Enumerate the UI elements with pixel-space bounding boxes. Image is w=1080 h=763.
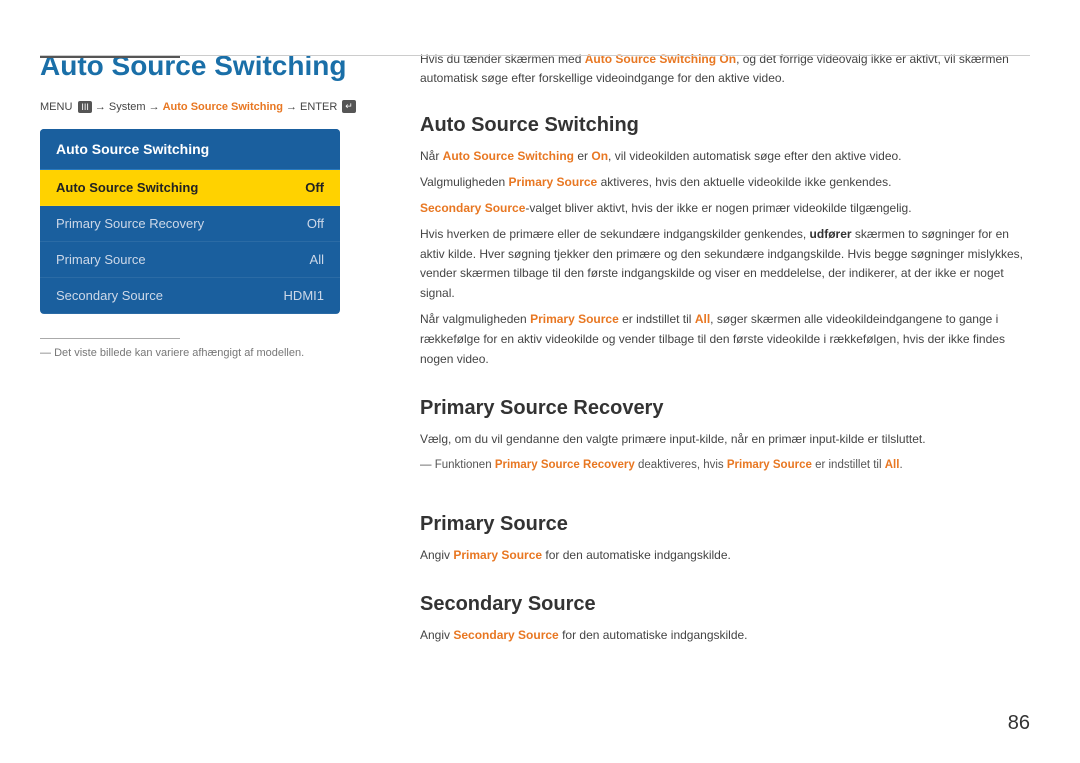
section-para-4: Hvis hverken de primære eller de sekundæ…	[420, 225, 1030, 304]
enter-icon: ↵	[342, 100, 356, 113]
section-title-primary-source: Primary Source	[420, 513, 1030, 536]
arrow3: →	[286, 101, 297, 113]
section-para-3: Secondary Source-valget bliver aktivt, h…	[420, 199, 1030, 219]
section-title-auto-source-switching: Auto Source Switching	[420, 114, 1030, 137]
system-label: System	[109, 101, 146, 113]
panel-item-auto-source-switching[interactable]: Auto Source Switching Off	[40, 170, 340, 206]
arrow1: →	[95, 101, 106, 113]
section-para-5: Når valgmuligheden Primary Source er ind…	[420, 310, 1030, 369]
section-primary-source: Primary Source Angiv Primary Source for …	[420, 509, 1030, 572]
footnote-line	[40, 338, 180, 339]
auto-source-switching-link: Auto Source Switching	[163, 101, 283, 113]
arrow2: →	[149, 101, 160, 113]
section-title-primary-source-recovery: Primary Source Recovery	[420, 397, 1030, 420]
panel-item-value: HDMI1	[284, 288, 324, 303]
menu-label: MENU	[40, 101, 72, 113]
section-para-2: Valgmuligheden Primary Source aktiveres,…	[420, 173, 1030, 193]
right-column: Hvis du tænder skærmen med Auto Source S…	[420, 40, 1030, 723]
left-column: Auto Source Switching MENU III → System …	[40, 40, 380, 723]
section-ss-para-1: Angiv Secondary Source for den automatis…	[420, 626, 1030, 646]
panel-item-value: Off	[307, 216, 324, 231]
panel-item-secondary-source[interactable]: Secondary Source HDMI1	[40, 278, 340, 314]
menu-icon: III	[78, 101, 92, 113]
section-para-1: Når Auto Source Switching er On, vil vid…	[420, 147, 1030, 167]
ui-panel: Auto Source Switching Auto Source Switch…	[40, 129, 340, 314]
section-secondary-source: Secondary Source Angiv Secondary Source …	[420, 589, 1030, 652]
panel-item-label: Secondary Source	[56, 288, 163, 303]
panel-item-label: Primary Source Recovery	[56, 216, 204, 231]
ui-panel-title: Auto Source Switching	[40, 129, 340, 170]
section-ps-para-1: Angiv Primary Source for den automatiske…	[420, 546, 1030, 566]
section-psr-note: Funktionen Primary Source Recovery deakt…	[420, 456, 1030, 474]
section-auto-source-switching: Auto Source Switching Når Auto Source Sw…	[420, 110, 1030, 375]
top-rule	[40, 55, 1030, 56]
panel-item-label: Primary Source	[56, 252, 146, 267]
section-title-secondary-source: Secondary Source	[420, 593, 1030, 616]
panel-item-value: All	[310, 252, 324, 267]
menu-path: MENU III → System → Auto Source Switchin…	[40, 100, 380, 113]
enter-label: ENTER	[300, 101, 337, 113]
section-psr-para-1: Vælg, om du vil gendanne den valgte prim…	[420, 430, 1030, 450]
panel-item-value: Off	[305, 180, 324, 195]
panel-item-primary-source-recovery[interactable]: Primary Source Recovery Off	[40, 206, 340, 242]
panel-item-label: Auto Source Switching	[56, 180, 198, 195]
page-number: 86	[1008, 712, 1030, 735]
section-primary-source-recovery: Primary Source Recovery Vælg, om du vil …	[420, 393, 1030, 490]
panel-item-primary-source[interactable]: Primary Source All	[40, 242, 340, 278]
footnote: Det viste billede kan variere afhængigt …	[40, 347, 380, 359]
